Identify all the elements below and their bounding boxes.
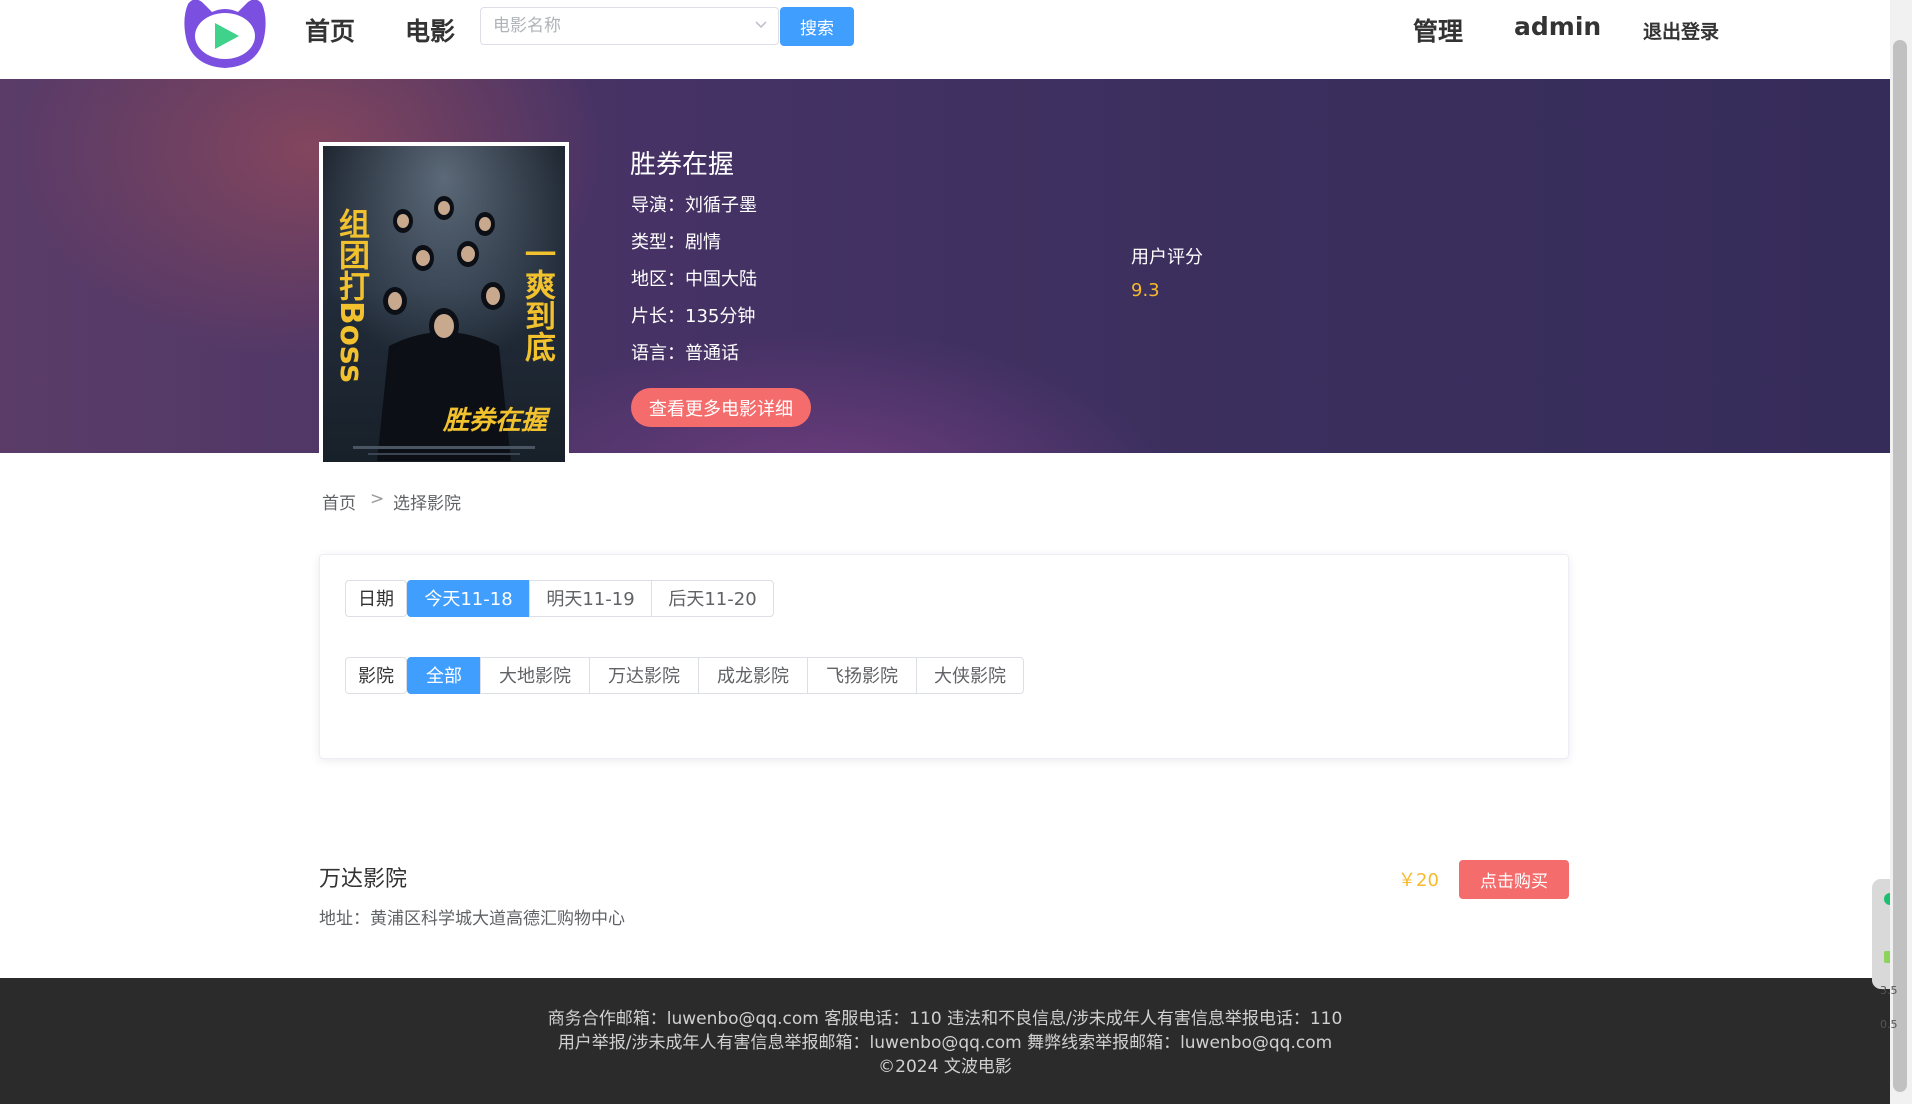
- top-navbar: 首页 电影 搜索 管理 admin 退出登录: [0, 0, 1890, 79]
- nav-movie-link[interactable]: 电影: [405, 12, 455, 48]
- breadcrumb-separator: >: [370, 489, 385, 509]
- floating-monitor-widget[interactable]: [1872, 879, 1896, 989]
- poster-left-slogan: 组团打Boss: [333, 207, 370, 383]
- date-tab-day-after[interactable]: 后天11-20: [651, 580, 774, 617]
- cinema-name: 万达影院: [319, 867, 408, 892]
- movie-duration: 片长：135分钟: [631, 306, 756, 327]
- footer-contact-line: 商务合作邮箱：luwenbo@qq.com 客服电话：110 违法和不良信息/涉…: [547, 1009, 1343, 1029]
- cinema-tab-daxia[interactable]: 大侠影院: [916, 657, 1024, 694]
- ticket-price: ￥20: [1398, 870, 1439, 891]
- movie-language: 语言：普通话: [631, 343, 739, 364]
- movie-search-select[interactable]: [480, 7, 779, 45]
- footer-copyright: ©2024 文波电影: [878, 1057, 1012, 1077]
- date-filter-label: 日期: [345, 580, 407, 617]
- movie-director: 导演：刘循子墨: [631, 195, 757, 216]
- page-scrollbar-thumb[interactable]: [1893, 40, 1907, 1092]
- movie-poster: 组团打Boss 一爽到底 胜券在握: [323, 146, 565, 462]
- page-footer: 商务合作邮箱：luwenbo@qq.com 客服电话：110 违法和不良信息/涉…: [0, 978, 1890, 1104]
- chevron-down-icon[interactable]: [754, 20, 768, 30]
- date-tab-today[interactable]: 今天11-18: [407, 580, 530, 617]
- footer-report-line: 用户举报/涉未成年人有害信息举报邮箱：luwenbo@qq.com 舞弊线索举报…: [557, 1033, 1333, 1053]
- cinema-filter-label: 影院: [345, 657, 407, 694]
- nav-admin-link[interactable]: 管理: [1413, 12, 1463, 48]
- movie-region: 地区：中国大陆: [631, 269, 757, 290]
- nav-home-link[interactable]: 首页: [305, 12, 355, 48]
- cinema-address: 地址：黄浦区科学城大道高德汇购物中心: [319, 909, 625, 929]
- poster-title-art: 胜券在握: [442, 406, 551, 436]
- movie-genre: 类型：剧情: [631, 232, 721, 253]
- cinema-tab-feiyang[interactable]: 飞扬影院: [807, 657, 917, 694]
- rating-label: 用户评分: [1131, 247, 1203, 268]
- more-details-button[interactable]: 查看更多电影详细: [631, 388, 811, 427]
- buy-ticket-button[interactable]: 点击购买: [1459, 860, 1569, 899]
- breadcrumb-home[interactable]: 首页: [322, 489, 356, 514]
- breadcrumb-current: 选择影院: [393, 494, 461, 514]
- widget-status-icon: [1884, 893, 1896, 963]
- cinema-tab-dadi[interactable]: 大地影院: [480, 657, 590, 694]
- search-button[interactable]: 搜索: [780, 7, 854, 46]
- poster-art: 组团打Boss 一爽到底 胜券在握: [323, 146, 565, 462]
- cinema-tab-wanda[interactable]: 万达影院: [589, 657, 699, 694]
- date-tab-tomorrow[interactable]: 明天11-19: [529, 580, 652, 617]
- poster-right-slogan: 一爽到底: [519, 238, 556, 363]
- cinema-tab-chenglong[interactable]: 成龙影院: [698, 657, 808, 694]
- search-input[interactable]: [481, 8, 743, 44]
- upload-speed: 3.5: [1880, 984, 1898, 997]
- movie-title: 胜券在握: [630, 150, 735, 180]
- site-logo-icon[interactable]: [178, 0, 272, 72]
- logout-link[interactable]: 退出登录: [1643, 17, 1719, 44]
- rating-value: 9.3: [1131, 280, 1160, 301]
- movie-banner: [0, 79, 1890, 453]
- username-label[interactable]: admin: [1514, 12, 1601, 41]
- download-speed: 0.5: [1880, 1018, 1898, 1031]
- cinema-tab-all[interactable]: 全部: [407, 657, 481, 694]
